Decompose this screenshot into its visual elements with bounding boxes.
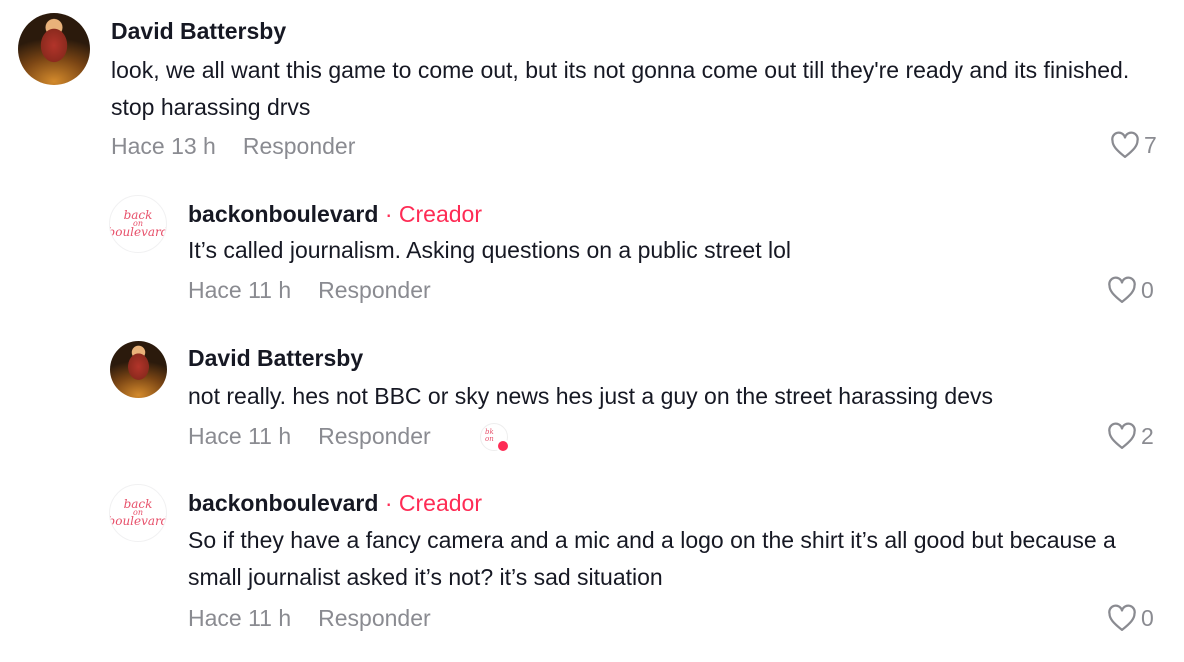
- heart-icon: [1108, 604, 1136, 631]
- creator-heart-icon: [496, 439, 510, 453]
- comment-time: Hace 11 h: [188, 277, 292, 303]
- heart-icon: [1111, 131, 1139, 158]
- comment-text: look, we all want this game to come out,…: [111, 57, 1130, 120]
- comment-author[interactable]: David Battersby: [188, 345, 363, 372]
- creator-liked-avatar-icon: bk on: [485, 428, 494, 443]
- comment-meta: Hace 11 h Responder: [188, 605, 431, 632]
- heart-icon: [1108, 422, 1136, 449]
- comment-meta: Hace 13 h Responder: [111, 133, 355, 160]
- reply-button[interactable]: Responder: [318, 605, 431, 631]
- like-button[interactable]: 0: [1107, 276, 1154, 304]
- brand-logo: back on boulevard: [109, 208, 167, 239]
- comment-text: So if they have a fancy camera and a mic…: [188, 527, 1116, 590]
- avatar[interactable]: [110, 341, 167, 398]
- like-button[interactable]: 2: [1107, 422, 1154, 450]
- author-name: backonboulevard: [188, 201, 379, 227]
- creator-badge: Creador: [398, 201, 482, 227]
- like-count: 2: [1141, 422, 1154, 449]
- heart-icon: [1108, 276, 1136, 303]
- like-button[interactable]: 0: [1107, 604, 1154, 632]
- avatar[interactable]: [18, 13, 90, 85]
- brand-logo: back on boulevard: [109, 497, 167, 528]
- like-count: 7: [1144, 131, 1157, 158]
- comment-meta: Hace 11 h Responder: [188, 423, 431, 450]
- comment-time: Hace 11 h: [188, 605, 292, 631]
- like-button[interactable]: 7: [1110, 131, 1157, 159]
- comment-text: not really. hes not BBC or sky news hes …: [188, 383, 993, 409]
- separator: ·: [384, 201, 393, 227]
- creator-badge: Creador: [398, 490, 482, 516]
- comment-meta: Hace 11 h Responder: [188, 277, 431, 304]
- comment-author[interactable]: backonboulevard · Creador: [188, 201, 482, 228]
- avatar[interactable]: back on boulevard: [109, 484, 167, 542]
- reply-button[interactable]: Responder: [318, 277, 431, 303]
- like-count: 0: [1141, 276, 1154, 303]
- comment-time: Hace 13 h: [111, 133, 216, 159]
- reply-button[interactable]: Responder: [243, 133, 356, 159]
- reply-button[interactable]: Responder: [318, 423, 431, 449]
- separator: ·: [384, 490, 393, 516]
- comment-author[interactable]: backonboulevard · Creador: [188, 490, 482, 517]
- avatar[interactable]: back on boulevard: [109, 195, 167, 253]
- author-name: backonboulevard: [188, 490, 379, 516]
- comment-text: It’s called journalism. Asking questions…: [188, 237, 792, 263]
- like-count: 0: [1141, 604, 1154, 631]
- comment-author[interactable]: David Battersby: [111, 18, 286, 45]
- creator-liked-badge: bk on: [480, 423, 510, 453]
- comment-time: Hace 11 h: [188, 423, 292, 449]
